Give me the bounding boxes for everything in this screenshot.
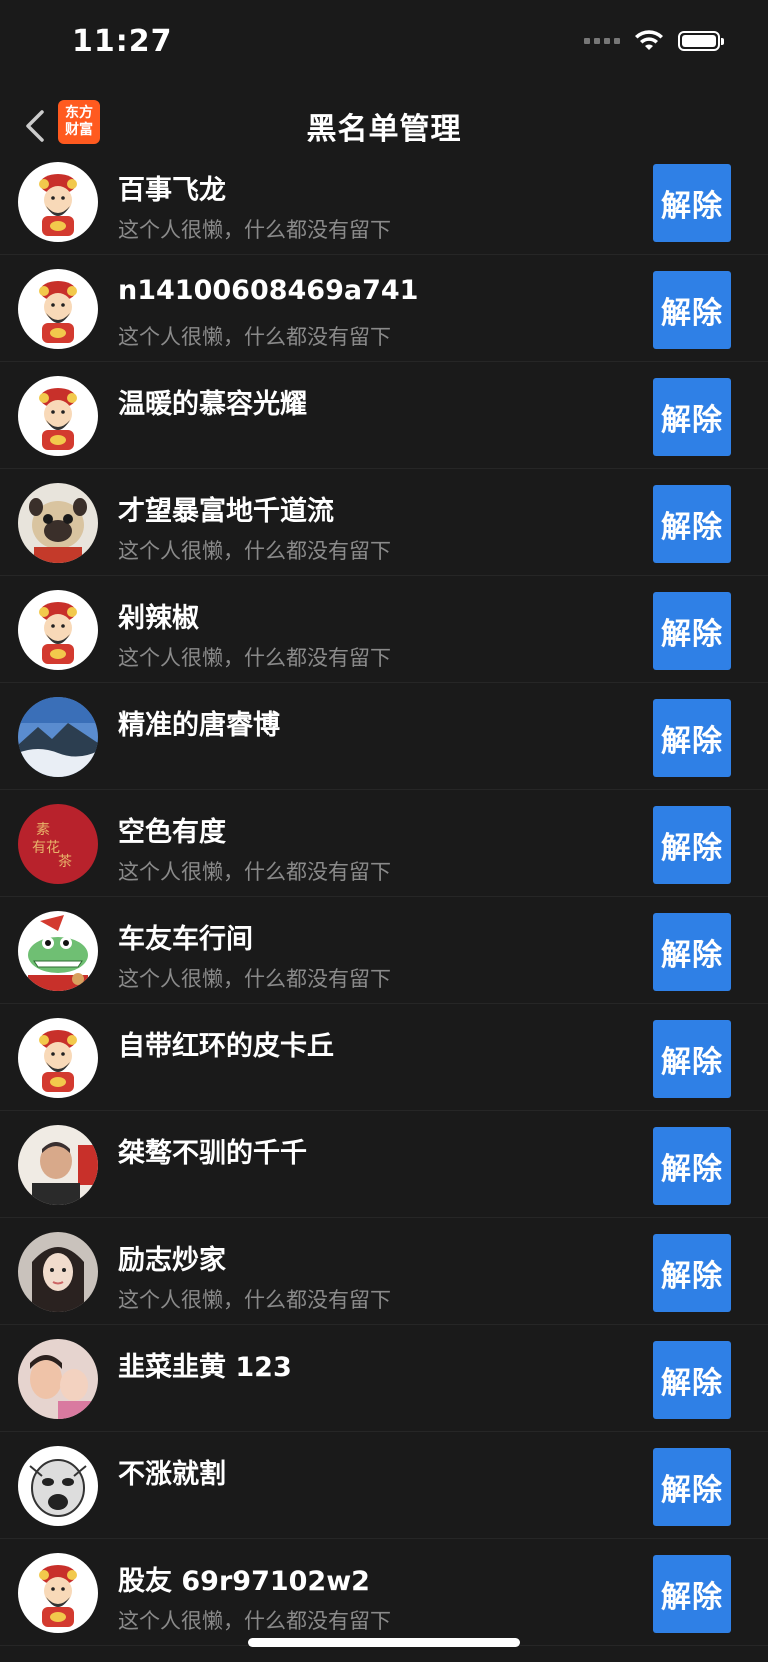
list-item[interactable]: 精准的唐睿博 解除	[0, 683, 768, 790]
user-name: 精准的唐睿博	[118, 710, 280, 741]
battery-icon	[678, 31, 724, 51]
user-name: n14100608469a741	[118, 275, 419, 306]
user-signature: 这个人很懒，什么都没有留下	[118, 646, 391, 670]
unblock-button[interactable]: 解除	[653, 271, 731, 349]
list-item[interactable]: n14100608469a741 这个人很懒，什么都没有留下 解除	[0, 255, 768, 362]
list-item[interactable]: 才望暴富地千道流这个人很懒，什么都没有留下 解除	[0, 469, 768, 576]
avatar[interactable]	[18, 911, 98, 991]
unblock-button[interactable]: 解除	[653, 1020, 731, 1098]
avatar[interactable]	[18, 1232, 98, 1312]
user-signature: 这个人很懒，什么都没有留下	[118, 1288, 391, 1312]
list-item[interactable]: 自带红环的皮卡丘 解除	[0, 1004, 768, 1111]
page-title: 黑名单管理	[306, 112, 462, 147]
status-icons	[584, 30, 724, 52]
avatar[interactable]	[18, 1553, 98, 1633]
unblock-button[interactable]: 解除	[653, 806, 731, 884]
user-name: 不涨就割	[118, 1459, 226, 1490]
user-signature: 这个人很懒，什么都没有留下	[118, 860, 391, 884]
avatar[interactable]	[18, 1018, 98, 1098]
unblock-button[interactable]: 解除	[653, 1555, 731, 1633]
user-name: 空色有度	[118, 817, 226, 848]
avatar[interactable]	[18, 1446, 98, 1526]
svg-text:茶: 茶	[58, 854, 72, 870]
avatar[interactable]	[18, 1339, 98, 1419]
list-item[interactable]: 励志炒家这个人很懒，什么都没有留下 解除	[0, 1218, 768, 1325]
user-name: 自带红环的皮卡丘	[118, 1031, 334, 1062]
list-item[interactable]: 百事飞龙这个人很懒，什么都没有留下 解除	[0, 148, 768, 255]
user-signature: 这个人很懒，什么都没有留下	[118, 325, 391, 349]
unblock-button[interactable]: 解除	[653, 485, 731, 563]
avatar[interactable]	[18, 269, 98, 349]
avatar[interactable]	[18, 697, 98, 777]
user-name: 车友车行间	[118, 924, 253, 955]
avatar[interactable]: 素有花茶	[18, 804, 98, 884]
wifi-icon	[635, 30, 663, 50]
unblock-button[interactable]: 解除	[653, 592, 731, 670]
user-name: 才望暴富地千道流	[118, 496, 334, 527]
unblock-button[interactable]: 解除	[653, 164, 731, 242]
unblock-button[interactable]: 解除	[653, 1448, 731, 1526]
home-indicator[interactable]	[248, 1638, 520, 1647]
list-item[interactable]: 剁辣椒这个人很懒，什么都没有留下 解除	[0, 576, 768, 683]
unblock-button[interactable]: 解除	[653, 1341, 731, 1419]
user-signature: 这个人很懒，什么都没有留下	[118, 539, 391, 563]
unblock-button[interactable]: 解除	[653, 1127, 731, 1205]
list-item[interactable]: 桀骜不驯的千千 解除	[0, 1111, 768, 1218]
user-name: 百事飞龙	[118, 175, 226, 206]
unblock-button[interactable]: 解除	[653, 1234, 731, 1312]
avatar[interactable]	[18, 1125, 98, 1205]
user-name: 股友 69r97102w2	[118, 1566, 370, 1597]
list-item[interactable]: 不涨就割 解除	[0, 1432, 768, 1539]
avatar[interactable]	[18, 483, 98, 563]
svg-text:素: 素	[36, 822, 50, 838]
user-signature: 这个人很懒，什么都没有留下	[118, 967, 391, 991]
list-item[interactable]: 素有花茶空色有度 这个人很懒，什么都没有留下 解除	[0, 790, 768, 897]
list-item[interactable]: 温暖的慕容光耀 解除	[0, 362, 768, 469]
user-name: 韭菜韭黄 123	[118, 1352, 292, 1383]
list-item[interactable]: 车友车行间这个人很懒，什么都没有留下 解除	[0, 897, 768, 1004]
avatar[interactable]	[18, 162, 98, 242]
blacklist: 百事飞龙 这个人很懒，什么都没有留下 解除 n14100608469a741 这个人很懒…	[0, 148, 768, 1646]
cellular-signal-icon	[584, 38, 620, 44]
user-name: 剁辣椒	[118, 603, 199, 634]
status-bar: 11:27	[0, 0, 768, 90]
user-signature: 这个人很懒，什么都没有留下	[118, 1609, 391, 1633]
user-name: 桀骜不驯的千千	[118, 1138, 307, 1169]
unblock-button[interactable]: 解除	[653, 699, 731, 777]
unblock-button[interactable]: 解除	[653, 378, 731, 456]
list-item[interactable]: 股友 69r97102w2 这个人很懒，什么都没有留下 解除	[0, 1539, 768, 1646]
list-item[interactable]: 韭菜韭黄 123 解除	[0, 1325, 768, 1432]
user-signature: 这个人很懒，什么都没有留下	[118, 218, 391, 242]
unblock-button[interactable]: 解除	[653, 913, 731, 991]
status-time: 11:27	[72, 24, 173, 59]
svg-text:有花: 有花	[32, 840, 60, 856]
avatar[interactable]	[18, 590, 98, 670]
avatar[interactable]	[18, 376, 98, 456]
user-name: 励志炒家	[118, 1245, 226, 1276]
user-name: 温暖的慕容光耀	[118, 389, 307, 420]
